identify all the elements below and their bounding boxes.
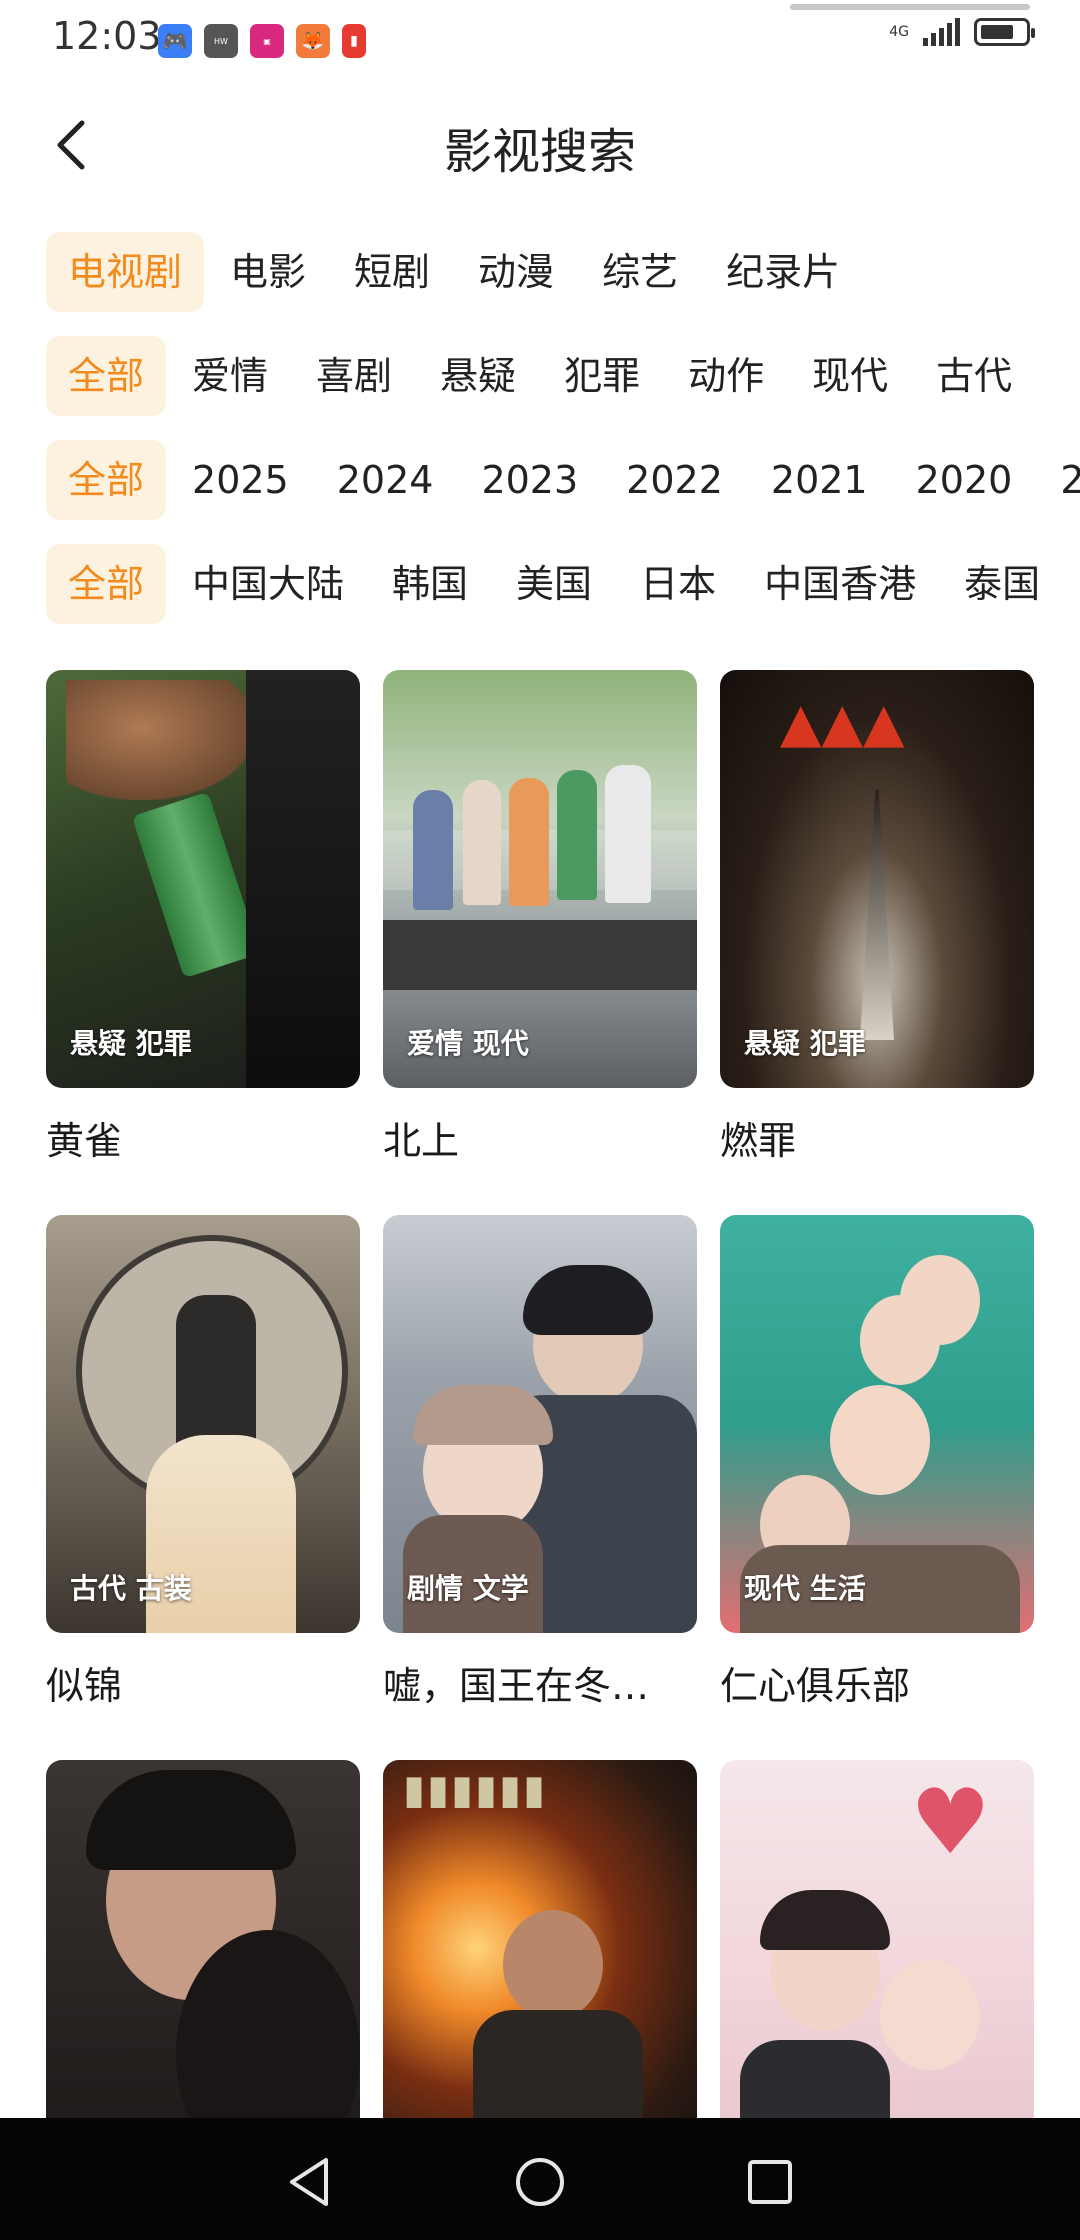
notification-icons: 🎮 HW ▣ 🦊 ▮ [158, 24, 366, 58]
chip-region-mainland[interactable]: 中国大陆 [170, 544, 366, 624]
chip-genre-action[interactable]: 动作 [666, 336, 786, 416]
network-type: 4G [889, 24, 909, 40]
chip-genre-crime[interactable]: 犯罪 [542, 336, 662, 416]
chip-year-2025[interactable]: 2025 [170, 440, 311, 520]
card-title: 黄雀 [46, 1119, 123, 1163]
fox-app-icon: 🦊 [296, 24, 330, 58]
status-time: 12:03 [52, 14, 162, 58]
poster-image: ▲▲▲ 悬疑 犯罪 [720, 670, 1034, 1088]
card-title: 似锦 [46, 1664, 123, 1708]
poster-image: ♥ [720, 1760, 1034, 2178]
poster-tags: 剧情 文学 [407, 1572, 529, 1605]
chip-region-all[interactable]: 全部 [46, 544, 167, 624]
poster-tags: 悬疑 犯罪 [70, 1027, 192, 1060]
system-status: 4G [889, 18, 1035, 46]
chip-year-2023[interactable]: 2023 [459, 440, 600, 520]
chip-year-2022[interactable]: 2022 [604, 440, 745, 520]
chip-region-korea[interactable]: 韩国 [370, 544, 490, 624]
game-icon: 🎮 [158, 24, 192, 58]
card-title: 北上 [383, 1119, 460, 1163]
card-title: 燃罪 [720, 1119, 797, 1163]
poster-image [46, 1760, 360, 2178]
status-bar: 12:03 🎮 HW ▣ 🦊 ▮ 4G [0, 0, 1080, 80]
chip-type-variety[interactable]: 综艺 [580, 232, 700, 312]
type-filter-row: 电视剧 电影 短剧 动漫 综艺 纪录片 [46, 232, 866, 312]
red-envelope-icon: ▮ [342, 24, 366, 58]
card-title: 嘘，国王在冬… [383, 1664, 650, 1708]
chip-genre-romance[interactable]: 爱情 [170, 336, 290, 416]
card-title: 仁心俱乐部 [720, 1664, 911, 1708]
media-card[interactable]: 古代 古装 似锦 [46, 1215, 360, 1710]
huawei-icon: HW [204, 24, 238, 58]
chip-type-anime[interactable]: 动漫 [456, 232, 576, 312]
chip-genre-ancient[interactable]: 古代 [914, 336, 1034, 416]
chip-genre-comedy[interactable]: 喜剧 [294, 336, 414, 416]
page-title: 影视搜索 [443, 124, 636, 180]
poster-image: 悬疑 犯罪 [46, 670, 360, 1088]
poster-tags: 现代 生活 [744, 1572, 866, 1605]
chip-type-tv[interactable]: 电视剧 [46, 232, 205, 312]
chip-year-2020[interactable]: 2020 [894, 440, 1035, 520]
nav-home-icon[interactable] [512, 2154, 568, 2210]
media-card[interactable]: 剧情 文学 嘘，国王在冬… [383, 1215, 697, 1710]
media-card[interactable]: 悬疑 犯罪 黄雀 [46, 670, 360, 1165]
chip-genre-suspense[interactable]: 悬疑 [418, 336, 538, 416]
chip-genre-modern[interactable]: 现代 [790, 336, 910, 416]
region-filter-row: 全部 中国大陆 韩国 美国 日本 中国香港 泰国 [46, 544, 1066, 624]
poster-image: 爱情 现代 [383, 670, 697, 1088]
chip-type-short[interactable]: 短剧 [332, 232, 452, 312]
chip-year-2021[interactable]: 2021 [749, 440, 890, 520]
chip-region-thailand[interactable]: 泰国 [942, 544, 1062, 624]
poster-tags: 悬疑 犯罪 [744, 1027, 866, 1060]
poster-image: 剧情 文学 [383, 1215, 697, 1633]
genre-filter-row: 全部 爱情 喜剧 悬疑 犯罪 动作 现代 古代 [46, 336, 1038, 416]
media-card[interactable]: ▲▲▲ 悬疑 犯罪 燃罪 [720, 670, 1034, 1165]
media-card[interactable]: 爱情 现代 北上 [383, 670, 697, 1165]
nav-back-icon[interactable] [282, 2154, 338, 2210]
poster-image: 古代 古装 [46, 1215, 360, 1633]
chip-region-japan[interactable]: 日本 [618, 544, 738, 624]
battery-icon [974, 18, 1035, 46]
year-filter-row: 全部 2025 2024 2023 2022 2021 2020 201 [46, 440, 1080, 520]
chip-type-documentary[interactable]: 纪录片 [704, 232, 862, 312]
chip-region-hongkong[interactable]: 中国香港 [742, 544, 938, 624]
chip-type-movie[interactable]: 电影 [208, 232, 328, 312]
chip-region-usa[interactable]: 美国 [494, 544, 614, 624]
nav-recents-icon[interactable] [742, 2154, 798, 2210]
chip-year-201x[interactable]: 201 [1038, 440, 1080, 520]
poster-tags: 爱情 现代 [407, 1027, 529, 1060]
chip-genre-all[interactable]: 全部 [46, 336, 167, 416]
shop-icon: ▣ [250, 24, 284, 58]
chip-year-all[interactable]: 全部 [46, 440, 167, 520]
poster-image: ▮▮▮▮▮▮ [383, 1760, 697, 2178]
poster-image: 现代 生活 [720, 1215, 1034, 1633]
chip-year-2024[interactable]: 2024 [315, 440, 456, 520]
poster-tags: 古代 古装 [70, 1572, 192, 1605]
signal-icon [923, 18, 960, 46]
drag-handle [790, 4, 1030, 10]
media-card[interactable]: 现代 生活 仁心俱乐部 [720, 1215, 1034, 1710]
system-nav-bar [0, 2118, 1080, 2240]
